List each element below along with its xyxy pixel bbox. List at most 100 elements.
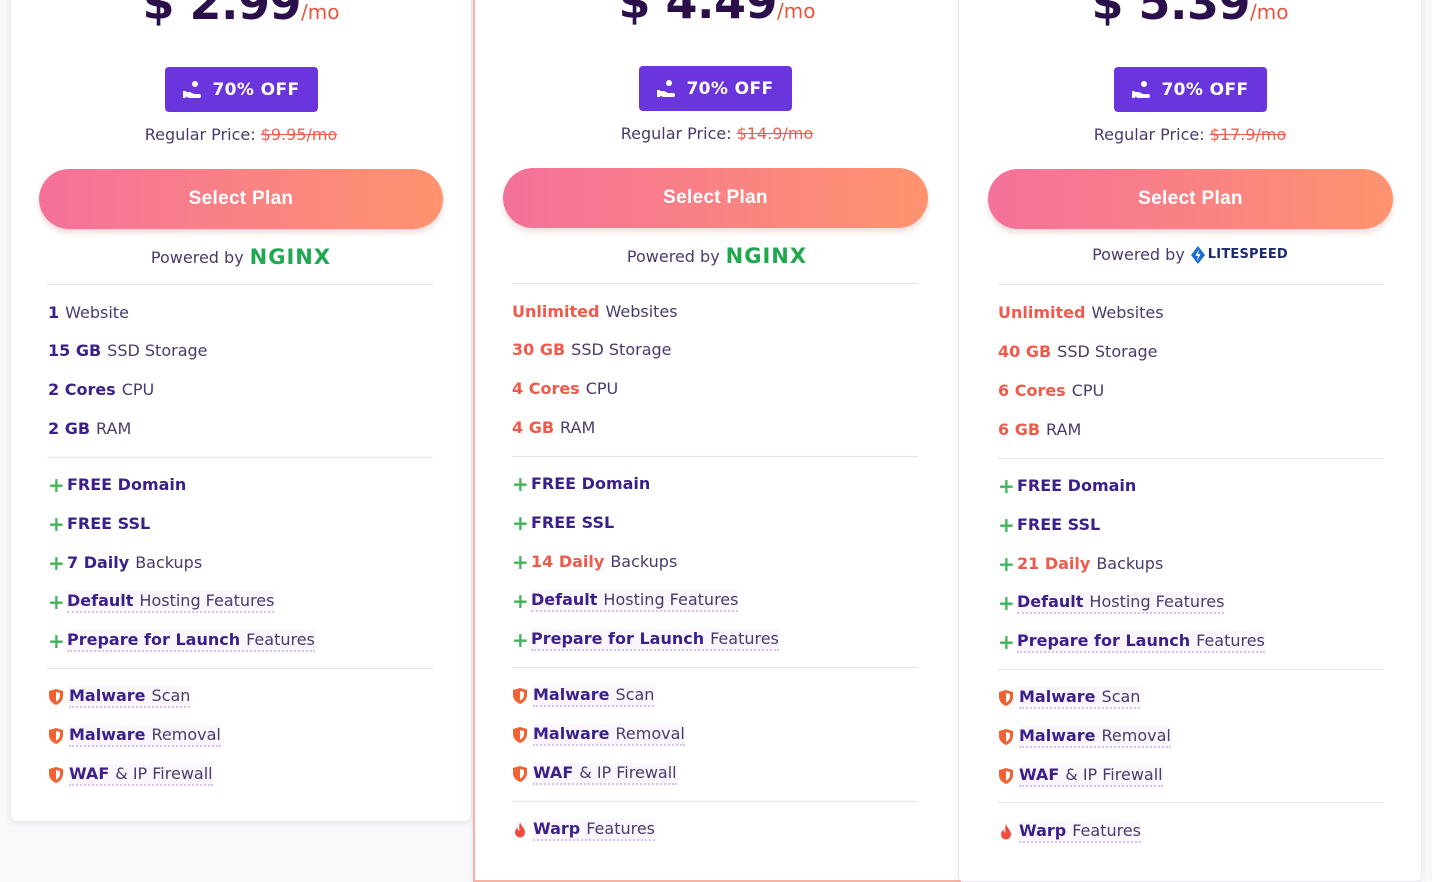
feature-waf[interactable]: WAF & IP Firewall (512, 763, 677, 785)
feature-storage: 30 GB SSD Storage (512, 340, 672, 359)
feature-malware-removal[interactable]: Malware Removal (48, 725, 221, 747)
feature-default-hosting[interactable]: + Default Hosting Features (48, 590, 275, 614)
select-plan-button[interactable]: Select Plan (503, 168, 928, 228)
divider (998, 669, 1384, 670)
feature-default-hosting[interactable]: + Default Hosting Features (512, 589, 739, 613)
feature-malware-removal[interactable]: Malware Removal (998, 726, 1171, 748)
feature-ram: 2 GB RAM (48, 419, 132, 438)
plan-card-single: $ 2.99/mo 70% OFF Regular Price: $9.95/m… (10, 0, 472, 822)
shield-icon (49, 689, 63, 705)
feature-waf[interactable]: WAF & IP Firewall (998, 765, 1163, 787)
feature-ram: 6 GB RAM (998, 420, 1082, 439)
feature-waf[interactable]: WAF & IP Firewall (48, 764, 213, 786)
plus-icon: + (48, 550, 65, 575)
feature-cpu: 6 Cores CPU (998, 381, 1105, 400)
select-plan-button[interactable]: Select Plan (39, 169, 443, 229)
feature-malware-scan[interactable]: Malware Scan (512, 685, 655, 707)
feature-websites: Unlimited Websites (998, 303, 1164, 322)
discount-badge: 70% OFF (165, 67, 318, 112)
feature-free-domain: + FREE Domain (998, 473, 1137, 498)
plus-icon: + (512, 589, 529, 613)
divider (512, 667, 918, 668)
feature-storage: 40 GB SSD Storage (998, 342, 1158, 361)
powered-by: Powered by NGINX (150, 245, 332, 269)
plus-icon: + (998, 630, 1015, 654)
plus-icon: + (512, 471, 529, 496)
feature-warp[interactable]: Warp Features (998, 821, 1142, 843)
feature-default-hosting[interactable]: + Default Hosting Features (998, 591, 1225, 615)
feature-ram: 4 GB RAM (512, 418, 596, 437)
divider (998, 284, 1384, 285)
hand-coin-icon (657, 79, 676, 97)
shield-icon (513, 688, 527, 704)
regular-price: Regular Price: $17.9/mo (1093, 125, 1287, 144)
litespeed-logo: LITESPEED (1190, 245, 1288, 264)
plus-icon: + (998, 551, 1015, 576)
feature-storage: 15 GB SSD Storage (48, 341, 208, 360)
divider (512, 801, 918, 802)
plan-card-premium: $ 4.49/mo 70% OFF Regular Price: $14.9/m… (473, 0, 961, 882)
divider (512, 283, 918, 284)
feature-prepare-launch[interactable]: + Prepare for Launch Features (512, 629, 779, 651)
feature-free-domain: + FREE Domain (512, 471, 651, 496)
plus-icon: + (998, 591, 1015, 615)
feature-free-domain: + FREE Domain (48, 472, 187, 497)
plus-icon: + (48, 472, 65, 497)
feature-cpu: 2 Cores CPU (48, 380, 155, 399)
feature-prepare-launch[interactable]: + Prepare for Launch Features (998, 631, 1265, 653)
nginx-logo: NGINX (249, 245, 332, 269)
discount-badge: 70% OFF (1114, 67, 1267, 112)
feature-websites: Unlimited Websites (512, 302, 678, 321)
hand-coin-icon (183, 80, 202, 98)
feature-websites: 1 Website (48, 303, 129, 322)
plus-icon: + (512, 628, 529, 652)
feature-prepare-launch[interactable]: + Prepare for Launch Features (48, 630, 315, 652)
feature-free-ssl: + FREE SSL (48, 511, 151, 536)
divider (47, 668, 433, 669)
select-plan-button[interactable]: Select Plan (988, 169, 1393, 229)
feature-malware-scan[interactable]: Malware Scan (998, 687, 1141, 709)
plus-icon: + (48, 590, 65, 614)
regular-price: Regular Price: $9.95/mo (144, 125, 338, 144)
feature-cpu: 4 Cores CPU (512, 379, 619, 398)
plan-price: $ 2.99/mo (142, 0, 340, 30)
feature-backups: +7 Daily Backups (48, 550, 203, 575)
discount-badge: 70% OFF (639, 66, 792, 111)
plan-price: $ 4.49/mo (618, 0, 816, 29)
feature-backups: +14 Daily Backups (512, 549, 678, 574)
divider (512, 456, 918, 457)
divider (47, 457, 433, 458)
divider (998, 458, 1384, 459)
plan-card-business: $ 5.39/mo 70% OFF Regular Price: $17.9/m… (958, 0, 1422, 882)
shield-icon (999, 729, 1013, 745)
shield-icon (999, 768, 1013, 784)
feature-free-ssl: + FREE SSL (512, 510, 615, 535)
plus-icon: + (48, 511, 65, 536)
shield-icon (49, 728, 63, 744)
feature-warp[interactable]: Warp Features (512, 819, 656, 841)
plus-icon: + (998, 473, 1015, 498)
feature-malware-scan[interactable]: Malware Scan (48, 686, 191, 708)
litespeed-bolt-icon (1190, 245, 1205, 264)
divider (998, 802, 1384, 803)
feature-malware-removal[interactable]: Malware Removal (512, 724, 685, 746)
hand-coin-icon (1132, 80, 1151, 98)
shield-icon (513, 766, 527, 782)
powered-by: Powered by NGINX (626, 244, 808, 268)
plus-icon: + (512, 510, 529, 535)
plan-price: $ 5.39/mo (1091, 0, 1289, 30)
shield-icon (999, 690, 1013, 706)
shield-icon (513, 727, 527, 743)
shield-icon (49, 767, 63, 783)
regular-price: Regular Price: $14.9/mo (620, 124, 814, 143)
nginx-logo: NGINX (725, 244, 808, 268)
plus-icon: + (48, 629, 65, 653)
feature-free-ssl: + FREE SSL (998, 512, 1101, 537)
plus-icon: + (512, 549, 529, 574)
powered-by: Powered by LITESPEED (1092, 245, 1288, 264)
flame-icon (1001, 824, 1011, 840)
flame-icon (515, 822, 525, 838)
plus-icon: + (998, 512, 1015, 537)
divider (47, 284, 433, 285)
feature-backups: +21 Daily Backups (998, 551, 1164, 576)
